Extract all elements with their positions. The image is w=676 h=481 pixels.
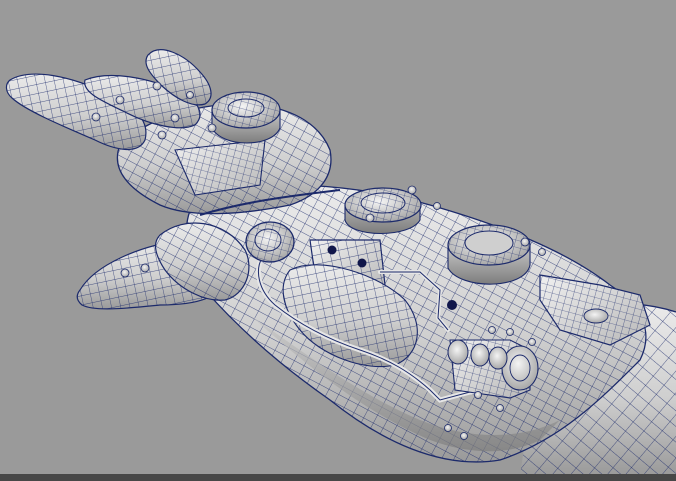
3d-viewport[interactable] xyxy=(0,0,676,481)
valve-assembly xyxy=(447,339,539,399)
knuckle-gauge xyxy=(211,91,281,144)
forearm-top-gauge xyxy=(344,187,422,235)
forearm-right-gauge xyxy=(447,224,531,285)
wrist-dial xyxy=(245,221,295,263)
wireframe-arm-render xyxy=(0,0,676,481)
viewport-bottom-strip xyxy=(0,474,676,481)
